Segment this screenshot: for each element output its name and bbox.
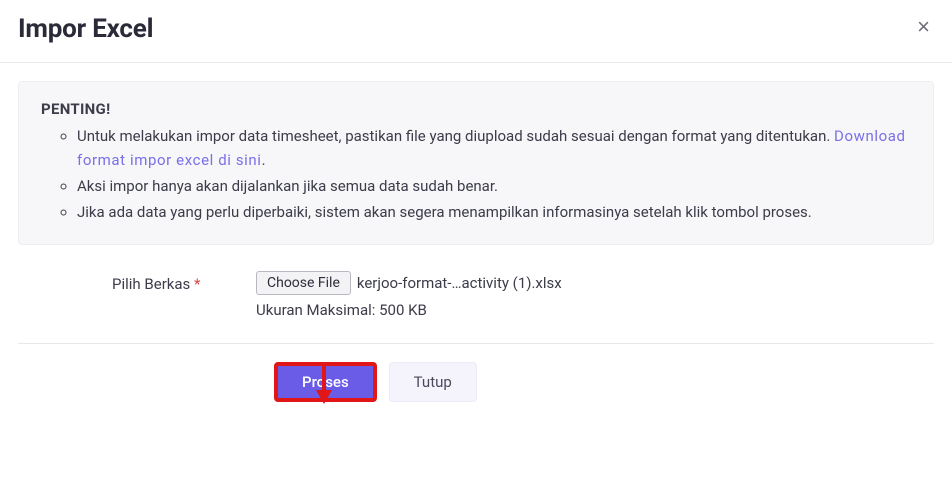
max-size-text: Ukuran Maksimal: 500 KB (256, 301, 934, 319)
modal-body: PENTING! Untuk melakukan impor data time… (0, 63, 952, 402)
alert-list-item: Untuk melakukan impor data timesheet, pa… (77, 124, 911, 172)
process-button[interactable]: Proses (274, 362, 377, 402)
modal-title: Impor Excel (18, 14, 153, 44)
close-button[interactable]: × (913, 14, 934, 40)
modal-footer: Proses Tutup (18, 343, 934, 402)
alert-item-text-after: . (262, 151, 266, 169)
alert-item-text: Jika ada data yang perlu diperbaiki, sis… (77, 203, 812, 221)
file-label: Pilih Berkas * (18, 271, 256, 293)
file-label-text: Pilih Berkas (112, 275, 190, 293)
alert-item-text: Aksi impor hanya akan dijalankan jika se… (77, 177, 498, 195)
alert-item-text: Untuk melakukan impor data timesheet, pa… (77, 127, 834, 145)
modal-header: Impor Excel × (0, 0, 952, 63)
file-picker: Choose File kerjoo-format-…activity (1).… (256, 271, 934, 295)
close-modal-button[interactable]: Tutup (389, 362, 477, 402)
file-input-col: Choose File kerjoo-format-…activity (1).… (256, 271, 934, 319)
choose-file-button[interactable]: Choose File (256, 271, 351, 295)
selected-file-name: kerjoo-format-…activity (1).xlsx (357, 274, 562, 292)
alert-list: Untuk melakukan impor data timesheet, pa… (41, 124, 911, 224)
required-indicator: * (194, 275, 200, 293)
file-picker-row: Pilih Berkas * Choose File kerjoo-format… (18, 271, 934, 343)
alert-list-item: Aksi impor hanya akan dijalankan jika se… (77, 174, 911, 198)
alert-list-item: Jika ada data yang perlu diperbaiki, sis… (77, 200, 911, 224)
alert-title: PENTING! (41, 100, 911, 118)
alert-important: PENTING! Untuk melakukan impor data time… (18, 81, 934, 245)
